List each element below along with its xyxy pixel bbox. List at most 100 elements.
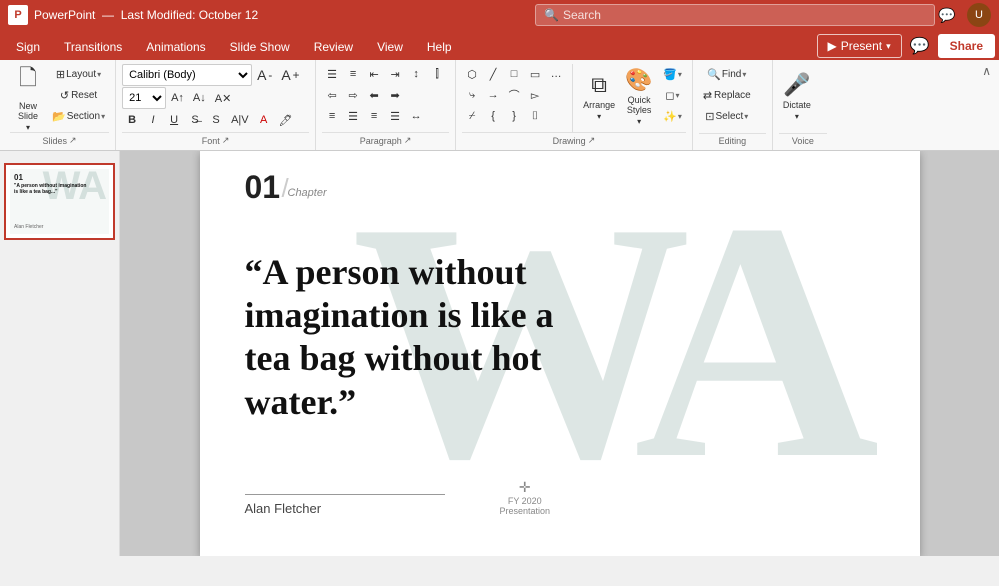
drawing-expand-icon[interactable]: ↗ xyxy=(588,135,596,146)
user-avatar[interactable]: U xyxy=(967,3,991,27)
feedback-icon[interactable]: 💬 xyxy=(935,3,959,27)
rect-button[interactable]: □ xyxy=(504,64,524,84)
canvas-area: WA 01 / Chapter “A person without imagin… xyxy=(120,151,999,556)
layout-button[interactable]: ⊞ Layout ▾ xyxy=(48,64,109,84)
shape-outline-icon: ◻ xyxy=(665,89,674,102)
replace-label: Replace xyxy=(714,90,751,101)
present-button[interactable]: ▶ Present ▾ xyxy=(817,34,902,58)
tab-help[interactable]: Help xyxy=(415,34,464,60)
tab-animations[interactable]: Animations xyxy=(134,34,217,60)
char-spacing-button[interactable]: A|V xyxy=(227,110,253,130)
shadow-button[interactable]: S xyxy=(206,110,226,130)
numbered-list-button[interactable]: ≡ xyxy=(343,64,363,84)
slides-expand-icon[interactable]: ↗ xyxy=(69,135,77,146)
font-size-select[interactable]: 21 xyxy=(122,87,166,109)
section-icon: 📂 xyxy=(52,110,66,123)
line-button[interactable]: ╱ xyxy=(483,64,503,84)
arrange-button[interactable]: ⧉ Arrange ▾ xyxy=(579,64,619,128)
shape-fill-button[interactable]: 🪣 ▾ xyxy=(659,64,686,84)
shape-select-button[interactable]: ⬡ xyxy=(462,64,482,84)
app-name: PowerPoint xyxy=(34,8,95,22)
bullets-button[interactable]: ☰ xyxy=(322,64,342,84)
bracket-right-button[interactable]: } xyxy=(504,106,524,126)
section-button[interactable]: 📂 Section ▾ xyxy=(48,106,109,126)
curved-button[interactable]: ⌒ xyxy=(504,85,524,105)
slide[interactable]: WA 01 / Chapter “A person without imagin… xyxy=(200,151,920,556)
clear-format-button[interactable]: A✕ xyxy=(211,88,236,108)
slide-thumbnail[interactable]: WA 01 "A person without imagination is l… xyxy=(4,163,115,240)
editing-col: 🔍 Find ▾ ⇄ Replace ⊡ Select ▾ xyxy=(699,64,755,126)
rtl-button[interactable]: ⇦ xyxy=(322,85,342,105)
new-slide-button[interactable]: 🗋 NewSlide ▾ xyxy=(10,64,46,128)
ribbon-area: 🗋 NewSlide ▾ ⊞ Layout ▾ ↺ Reset 📂 xyxy=(0,60,999,151)
font-size-increase-button[interactable]: A+ xyxy=(277,65,303,85)
line-spacing-button[interactable]: ↕ xyxy=(406,64,426,84)
search-input[interactable]: Search xyxy=(563,8,926,22)
find-label: Find xyxy=(722,69,741,80)
reset-icon: ↺ xyxy=(60,89,69,102)
tab-transitions[interactable]: Transitions xyxy=(52,34,134,60)
ltr-button[interactable]: ⇨ xyxy=(343,85,363,105)
font-name-select[interactable]: Calibri (Body) xyxy=(122,64,252,86)
strikethrough-button[interactable]: S̶ xyxy=(185,110,205,130)
shape-fill-col: 🪣 ▾ ◻ ▾ ✨ ▾ xyxy=(659,64,686,126)
align-text-left-button[interactable]: ≡ xyxy=(322,106,342,126)
reset-button[interactable]: ↺ Reset xyxy=(48,85,109,105)
columns-button[interactable]: ⫿ xyxy=(427,64,447,84)
shape-effects-arrow: ▾ xyxy=(678,112,682,121)
align-right-button[interactable]: ➡ xyxy=(385,85,405,105)
align-center-button[interactable]: ☰ xyxy=(343,106,363,126)
para-row3: ≡ ☰ ≡ ☰ ↔ xyxy=(322,106,447,126)
section-label: Section xyxy=(67,111,100,122)
font-size-decrease-button[interactable]: A- xyxy=(253,65,276,85)
bold-button[interactable]: B xyxy=(122,110,142,130)
select-arrow: ▾ xyxy=(744,112,748,121)
shapes-more-button[interactable]: … xyxy=(546,64,566,84)
rounded-rect-button[interactable]: ▭ xyxy=(525,64,545,84)
tab-sign[interactable]: Sign xyxy=(4,34,52,60)
font-color-button[interactable]: A xyxy=(254,110,274,130)
ribbon-collapse-button[interactable]: ∧ xyxy=(982,64,991,78)
para-spacing-button[interactable]: ↔ xyxy=(406,106,426,126)
increase-indent-button[interactable]: ⇥ xyxy=(385,64,405,84)
quick-styles-button[interactable]: 🎨 QuickStyles ▾ xyxy=(621,64,657,128)
freeform-button[interactable]: ⌿ xyxy=(462,106,482,126)
para-row1: ☰ ≡ ⇤ ⇥ ↕ ⫿ xyxy=(322,64,447,84)
find-button[interactable]: 🔍 Find ▾ xyxy=(699,64,755,84)
align-left-button[interactable]: ⬅ xyxy=(364,85,384,105)
replace-button[interactable]: ⇄ Replace xyxy=(699,85,755,105)
share-button[interactable]: Share xyxy=(938,34,995,58)
font-expand-icon[interactable]: ↗ xyxy=(222,135,230,146)
tab-review[interactable]: Review xyxy=(302,34,365,60)
shapes-more3-button[interactable]: ⌷ xyxy=(525,106,545,126)
search-box[interactable]: 🔍 Search xyxy=(535,4,935,26)
shapes-more2-button[interactable]: ▻ xyxy=(525,85,545,105)
new-slide-arrow: ▾ xyxy=(26,123,30,132)
underline-button[interactable]: U xyxy=(164,110,184,130)
bracket-left-button[interactable]: { xyxy=(483,106,503,126)
italic-button[interactable]: I xyxy=(143,110,163,130)
arrow-button[interactable]: → xyxy=(483,85,503,105)
present-label: Present xyxy=(841,39,882,53)
elbow-button[interactable]: ⤷ xyxy=(462,85,482,105)
increase-font-button[interactable]: A↑ xyxy=(167,88,188,108)
decrease-font-button[interactable]: A↓ xyxy=(189,88,210,108)
title-text: PowerPoint — Last Modified: October 12 xyxy=(34,8,535,22)
shape-effects-button[interactable]: ✨ ▾ xyxy=(659,106,686,126)
drawing-section-label: Drawing xyxy=(553,136,586,146)
highlight-button[interactable]: 🖊 xyxy=(275,110,297,130)
select-button[interactable]: ⊡ Select ▾ xyxy=(699,106,755,126)
decrease-indent-button[interactable]: ⇤ xyxy=(364,64,384,84)
arrange-arrow: ▾ xyxy=(597,112,601,121)
dictate-button[interactable]: 🎤 Dictate ▾ xyxy=(779,64,815,128)
paragraph-expand-icon[interactable]: ↗ xyxy=(404,135,412,146)
present-dropdown-icon: ▾ xyxy=(886,41,891,52)
tab-view[interactable]: View xyxy=(365,34,415,60)
tab-slideshow[interactable]: Slide Show xyxy=(218,34,302,60)
chat-button[interactable]: 💬 xyxy=(906,34,934,58)
editing-section-label: Editing xyxy=(719,136,747,146)
justify-button[interactable]: ☰ xyxy=(385,106,405,126)
align-text-right-button[interactable]: ≡ xyxy=(364,106,384,126)
para-col: ☰ ≡ ⇤ ⇥ ↕ ⫿ ⇦ ⇨ ⬅ ➡ ≡ ☰ xyxy=(322,64,447,126)
shape-outline-button[interactable]: ◻ ▾ xyxy=(659,85,686,105)
